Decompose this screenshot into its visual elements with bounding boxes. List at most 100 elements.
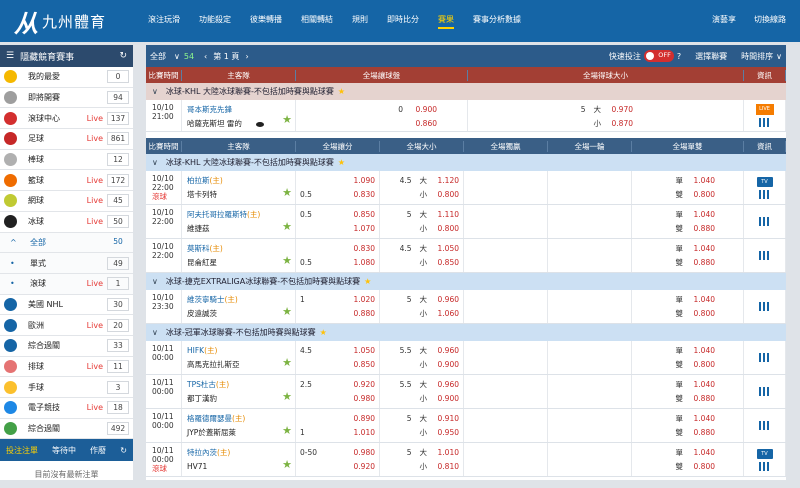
chevron-down-icon[interactable]: ∨: [174, 52, 180, 61]
sidebar-item[interactable]: 電子競技 Live 18: [0, 398, 133, 419]
odds-value[interactable]: 0.910: [433, 412, 459, 426]
odds-line[interactable]: 0 0.900: [300, 103, 437, 117]
stats-icon[interactable]: [758, 189, 771, 199]
odds-value[interactable]: 0.950: [433, 426, 459, 440]
time-sort-button[interactable]: 時間排序: [741, 51, 773, 62]
odds-value[interactable]: 0.800: [689, 307, 715, 321]
sidebar-item[interactable]: 滾球中心 Live 137: [0, 108, 133, 130]
home-team[interactable]: 特拉內茨(主): [187, 446, 295, 460]
odds-value[interactable]: 0.830: [349, 188, 375, 202]
sidebar-item[interactable]: 手球 3: [0, 377, 133, 398]
odds-line[interactable]: 雙 0.880: [636, 426, 716, 440]
nav-item[interactable]: 賽果: [438, 14, 454, 29]
league-row[interactable]: ∨ 冰球-KHL 大陸冰球聯賽-不包括加時賽與點球賽 ★: [146, 154, 786, 171]
odds-line[interactable]: 5 大 0.970: [472, 103, 633, 117]
stats-icon[interactable]: [758, 118, 771, 127]
chevron-down-icon[interactable]: ∨: [152, 87, 158, 96]
odds-value[interactable]: 1.040: [689, 412, 715, 426]
select-league-button[interactable]: 選擇聯賽: [695, 51, 727, 62]
odds-line[interactable]: 5.5 大 0.960: [384, 344, 459, 358]
favorite-star-icon[interactable]: ★: [338, 158, 345, 167]
odds-value[interactable]: 0.800: [433, 222, 459, 236]
home-team[interactable]: 柏拉斯(主): [187, 174, 295, 188]
page-indicator[interactable]: 第 1 頁: [213, 51, 239, 62]
menu-icon[interactable]: ☰: [6, 51, 14, 61]
prev-page-icon[interactable]: ‹: [204, 52, 207, 61]
odds-line[interactable]: 小 1.060: [384, 307, 460, 321]
stats-icon[interactable]: [758, 302, 771, 311]
odds-value[interactable]: 0.800: [689, 188, 715, 202]
refresh-icon[interactable]: ↻: [119, 51, 127, 61]
odds-line[interactable]: 1.090: [300, 174, 375, 188]
logo[interactable]: 从 九州體育: [14, 6, 106, 38]
odds-value[interactable]: 0.850: [349, 358, 375, 372]
odds-line[interactable]: 0.860: [300, 117, 437, 131]
sidebar-item[interactable]: 我的最愛 0: [0, 67, 133, 88]
odds-line[interactable]: 5 大 1.010: [384, 446, 459, 460]
odds-line[interactable]: 0.890: [300, 412, 375, 426]
stats-icon[interactable]: [758, 387, 771, 396]
odds-value[interactable]: 0.810: [433, 460, 459, 474]
odds-line[interactable]: 小 0.800: [384, 188, 460, 202]
away-team[interactable]: 哈薩克斯坦 雷的: [187, 117, 295, 131]
odds-value[interactable]: 1.110: [433, 208, 459, 222]
odds-line[interactable]: 雙 0.800: [636, 307, 716, 321]
odds-line[interactable]: 單 1.040: [636, 293, 716, 307]
home-team[interactable]: 格羅德爾瑟曼(主): [187, 412, 295, 426]
stats-icon[interactable]: [758, 421, 771, 430]
odds-value[interactable]: 0.850: [349, 208, 375, 222]
chevron-down-icon[interactable]: ∨: [776, 52, 782, 61]
odds-line[interactable]: 5.5 大 0.960: [384, 378, 459, 392]
odds-line[interactable]: 0.830: [300, 242, 375, 256]
chevron-down-icon[interactable]: ∨: [152, 328, 158, 337]
odds-value[interactable]: 0.960: [433, 344, 459, 358]
odds-value[interactable]: 0.960: [433, 378, 459, 392]
favorite-star-icon[interactable]: ★: [282, 113, 292, 127]
odds-line[interactable]: 0.880: [300, 307, 375, 321]
odds-line[interactable]: 4.5 1.050: [300, 344, 375, 358]
odds-line[interactable]: 1 1.010: [300, 426, 375, 440]
odds-value[interactable]: 1.090: [349, 174, 375, 188]
away-team[interactable]: HV71: [187, 460, 295, 474]
chevron-down-icon[interactable]: ∨: [152, 277, 158, 286]
odds-value[interactable]: 0.900: [433, 358, 459, 372]
odds-value[interactable]: 0.920: [349, 378, 375, 392]
favorite-star-icon[interactable]: ★: [282, 186, 292, 200]
filter-all[interactable]: 全部: [150, 51, 166, 62]
home-team[interactable]: 莫斯科(主): [187, 242, 295, 256]
odds-line[interactable]: 單 1.040: [636, 378, 716, 392]
odds-line[interactable]: 單 1.040: [636, 242, 716, 256]
sidebar-item[interactable]: 網球 Live 45: [0, 191, 133, 212]
odds-value[interactable]: 0.900: [411, 103, 437, 117]
favorite-star-icon[interactable]: ★: [282, 356, 292, 370]
odds-value[interactable]: 1.020: [349, 293, 375, 307]
sidebar-item[interactable]: 美國 NHL 30: [0, 295, 133, 316]
odds-value[interactable]: 0.890: [349, 412, 375, 426]
stats-icon[interactable]: [758, 461, 771, 471]
odds-value[interactable]: 0.800: [689, 358, 715, 372]
sidebar-item[interactable]: • 滾球 Live 1: [0, 273, 133, 295]
favorite-star-icon[interactable]: ★: [282, 305, 292, 319]
away-team[interactable]: 昆侖紅星: [187, 256, 295, 270]
nav-item[interactable]: 滾注玩滑: [148, 14, 180, 29]
odds-value[interactable]: 0.860: [411, 117, 437, 131]
odds-line[interactable]: 單 1.040: [636, 344, 716, 358]
league-row[interactable]: ∨ 冰球-捷克EXTRALIGA冰球聯賽-不包括加時賽與點球賽 ★: [146, 273, 786, 290]
favorite-star-icon[interactable]: ★: [338, 87, 345, 96]
odds-line[interactable]: 小 0.800: [384, 222, 460, 236]
odds-value[interactable]: 1.050: [433, 242, 459, 256]
odds-value[interactable]: 1.080: [349, 256, 375, 270]
away-team[interactable]: 塔卡列特: [187, 188, 295, 202]
odds-value[interactable]: 1.010: [433, 446, 459, 460]
odds-line[interactable]: 0.5 0.830: [300, 188, 375, 202]
odds-value[interactable]: 1.070: [349, 222, 375, 236]
odds-value[interactable]: 0.960: [433, 293, 459, 307]
odds-value[interactable]: 0.900: [433, 392, 459, 406]
odds-value[interactable]: 0.800: [689, 460, 715, 474]
odds-line[interactable]: 5 大 0.910: [384, 412, 459, 426]
odds-value[interactable]: 0.880: [349, 307, 375, 321]
odds-line[interactable]: 小 0.810: [384, 460, 460, 474]
away-team[interactable]: 皮遠誠茨: [187, 307, 295, 321]
odds-value[interactable]: 1.040: [689, 242, 715, 256]
odds-line[interactable]: 小 0.950: [384, 426, 460, 440]
